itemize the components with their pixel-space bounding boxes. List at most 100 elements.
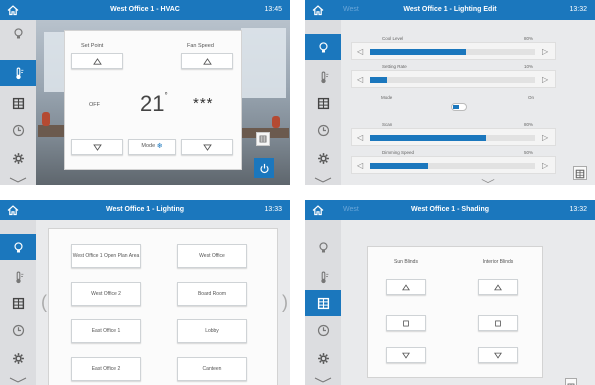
nav-shading[interactable] xyxy=(305,90,341,116)
temperature-display: 21° xyxy=(140,91,168,116)
decrease-arrow-icon[interactable]: ◁ xyxy=(357,47,365,56)
blinds-icon xyxy=(317,297,330,310)
lightbulb-icon xyxy=(317,241,330,254)
nav-hvac[interactable] xyxy=(0,264,36,290)
zone-button[interactable]: West Office xyxy=(177,244,247,268)
toggle-value: On xyxy=(527,95,534,100)
clock-time: 13:32 xyxy=(569,6,587,13)
chevron-down-icon[interactable] xyxy=(314,377,332,383)
triangle-up-icon xyxy=(494,284,502,291)
mode-toggle[interactable] xyxy=(451,103,467,111)
interior-blinds-down-button[interactable] xyxy=(478,347,518,363)
next-page-icon[interactable]: ) xyxy=(282,292,288,313)
slider-label: Setting Rate xyxy=(382,64,407,69)
nav-shading[interactable] xyxy=(305,290,341,316)
nav-settings[interactable] xyxy=(305,145,341,171)
blinds-icon xyxy=(12,297,25,310)
zone-button[interactable]: West Office 2 xyxy=(71,282,141,306)
top-bar: West Office 1 - HVAC 13:45 xyxy=(0,0,290,20)
interior-blinds-stop-button[interactable] xyxy=(478,315,518,331)
top-bar: West West Office 1 - Shading 13:32 xyxy=(305,200,595,220)
slider-row: Scan 80% ◁ ▷ xyxy=(351,122,556,146)
slider-track[interactable] xyxy=(370,77,535,83)
increase-arrow-icon[interactable]: ▷ xyxy=(542,133,550,142)
triangle-down-icon xyxy=(203,144,212,151)
decrease-arrow-icon[interactable]: ◁ xyxy=(357,133,365,142)
chevron-down-icon[interactable] xyxy=(481,178,495,184)
slider-row: Setting Rate 10% ◁ ▷ xyxy=(351,64,556,88)
thermometer-icon xyxy=(317,271,330,284)
sun-blinds-stop-button[interactable] xyxy=(386,315,426,331)
toggle-row: Mode On xyxy=(351,95,556,115)
sun-blinds-down-button[interactable] xyxy=(386,347,426,363)
stop-square-icon xyxy=(402,320,410,327)
increase-arrow-icon[interactable]: ▷ xyxy=(542,75,550,84)
decrease-arrow-icon[interactable]: ◁ xyxy=(357,75,365,84)
slider-track[interactable] xyxy=(370,163,535,169)
zone-button[interactable]: Canteen xyxy=(177,357,247,381)
chevron-down-icon[interactable] xyxy=(9,377,27,383)
blinds-small-icon xyxy=(575,169,585,179)
sidebar xyxy=(0,20,36,185)
triangle-down-icon xyxy=(93,144,102,151)
screen-title: West Office 1 - Lighting Edit xyxy=(403,6,497,13)
shading-screen: West West Office 1 - Shading 13:32 Sun B… xyxy=(305,200,595,385)
edit-icon[interactable] xyxy=(565,378,577,385)
zone-button[interactable]: East Office 2 xyxy=(71,357,141,381)
thermometer-icon xyxy=(12,67,25,80)
nav-settings[interactable] xyxy=(0,345,36,371)
slider-fill xyxy=(370,163,428,169)
increase-arrow-icon[interactable]: ▷ xyxy=(542,47,550,56)
calendar-icon[interactable] xyxy=(256,132,270,146)
nav-shading[interactable] xyxy=(0,290,36,316)
thermometer-icon xyxy=(317,71,330,84)
nav-hvac[interactable] xyxy=(305,264,341,290)
slider-track[interactable] xyxy=(370,135,535,141)
gear-icon xyxy=(12,152,25,165)
nav-schedule[interactable] xyxy=(0,317,36,343)
clock-icon xyxy=(317,124,330,137)
toggle-knob xyxy=(453,105,459,109)
nav-settings[interactable] xyxy=(0,145,36,171)
mode-button[interactable]: Mode ❄ xyxy=(128,139,176,155)
slider-track[interactable] xyxy=(370,49,535,55)
nav-schedule[interactable] xyxy=(305,317,341,343)
increase-arrow-icon[interactable]: ▷ xyxy=(542,161,550,170)
zone-button[interactable]: Lobby xyxy=(177,319,247,343)
interior-blinds-up-button[interactable] xyxy=(478,279,518,295)
nav-settings[interactable] xyxy=(305,345,341,371)
nav-schedule[interactable] xyxy=(0,117,36,143)
left-status-value: OFF xyxy=(89,102,100,108)
sun-blinds-up-button[interactable] xyxy=(386,279,426,295)
gear-icon xyxy=(317,152,330,165)
zone-button[interactable]: East Office 1 xyxy=(71,319,141,343)
nav-hvac[interactable] xyxy=(305,64,341,90)
slider-value: 50% xyxy=(523,150,533,155)
zone-button[interactable]: Board Room xyxy=(177,282,247,306)
nav-lighting[interactable] xyxy=(0,234,36,260)
chevron-down-icon[interactable] xyxy=(9,177,27,183)
chevron-down-icon[interactable] xyxy=(314,177,332,183)
set-point-up-button[interactable] xyxy=(71,53,123,69)
nav-lighting[interactable] xyxy=(0,20,36,46)
decrease-arrow-icon[interactable]: ◁ xyxy=(357,161,365,170)
zone-button[interactable]: West Office 1 Open Plan Area xyxy=(71,244,141,268)
clock-icon xyxy=(317,324,330,337)
slider-row: Dimming Speed 50% ◁ ▷ xyxy=(351,150,556,174)
nav-hvac[interactable] xyxy=(0,60,36,86)
lighting-edit-screen: West West Office 1 - Lighting Edit 13:32… xyxy=(305,0,595,185)
edit-icon[interactable] xyxy=(573,166,587,180)
power-button[interactable] xyxy=(254,158,274,178)
nav-lighting[interactable] xyxy=(305,234,341,260)
nav-shading[interactable] xyxy=(0,90,36,116)
set-point-down-button[interactable] xyxy=(71,139,123,155)
lighting-edit-main: Cool Level 80% ◁ ▷ Setting Rate 10% ◁ ▷ … xyxy=(341,20,595,185)
previous-page-icon[interactable]: ( xyxy=(41,292,47,313)
shading-card: Sun Blinds Interior Blinds xyxy=(367,246,543,378)
stop-square-icon xyxy=(494,320,502,327)
fan-speed-down-button[interactable] xyxy=(181,139,233,155)
fan-speed-up-button[interactable] xyxy=(181,53,233,69)
set-point-label: Set Point xyxy=(81,43,104,49)
nav-schedule[interactable] xyxy=(305,117,341,143)
nav-lighting[interactable] xyxy=(305,34,341,60)
